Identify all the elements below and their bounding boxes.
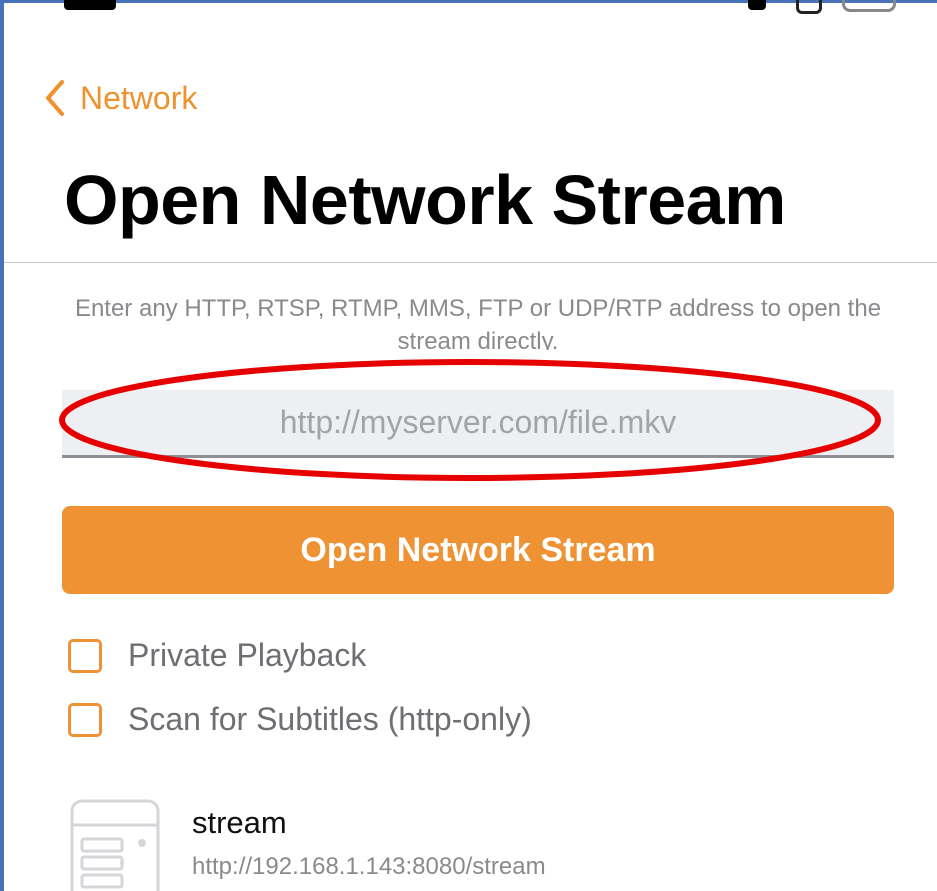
battery-icon	[842, 0, 896, 12]
scan-subtitles-checkbox[interactable]	[68, 702, 102, 737]
back-button[interactable]: Network	[44, 76, 197, 120]
header-divider	[4, 262, 937, 263]
scan-subtitles-option[interactable]: Scan for Subtitles (http-only)	[68, 701, 532, 738]
recent-item-url: http://192.168.1.143:8080/stream	[192, 853, 546, 880]
recent-stream-item[interactable]: stream http://192.168.1.143:8080/stream	[70, 795, 930, 891]
page-title: Open Network Stream	[64, 161, 786, 239]
clock-glyph	[64, 0, 116, 10]
url-field[interactable]	[62, 389, 894, 458]
hint-text: Enter any HTTP, RTSP, RTMP, MMS, FTP or …	[74, 295, 882, 350]
recent-item-title: stream	[192, 805, 287, 840]
server-icon	[70, 799, 160, 891]
open-network-stream-button[interactable]: Open Network Stream	[62, 506, 894, 594]
url-input[interactable]	[62, 389, 894, 456]
status-bar	[0, 0, 937, 14]
wifi-icon	[796, 0, 822, 14]
private-playback-checkbox[interactable]	[68, 638, 102, 673]
signal-icon	[748, 0, 766, 10]
chevron-left-icon	[46, 80, 64, 116]
scan-subtitles-label: Scan for Subtitles (http-only)	[128, 701, 532, 737]
frame-border-left	[0, 0, 4, 891]
private-playback-label: Private Playback	[128, 637, 367, 673]
back-label: Network	[80, 79, 198, 116]
private-playback-option[interactable]: Private Playback	[68, 637, 366, 674]
